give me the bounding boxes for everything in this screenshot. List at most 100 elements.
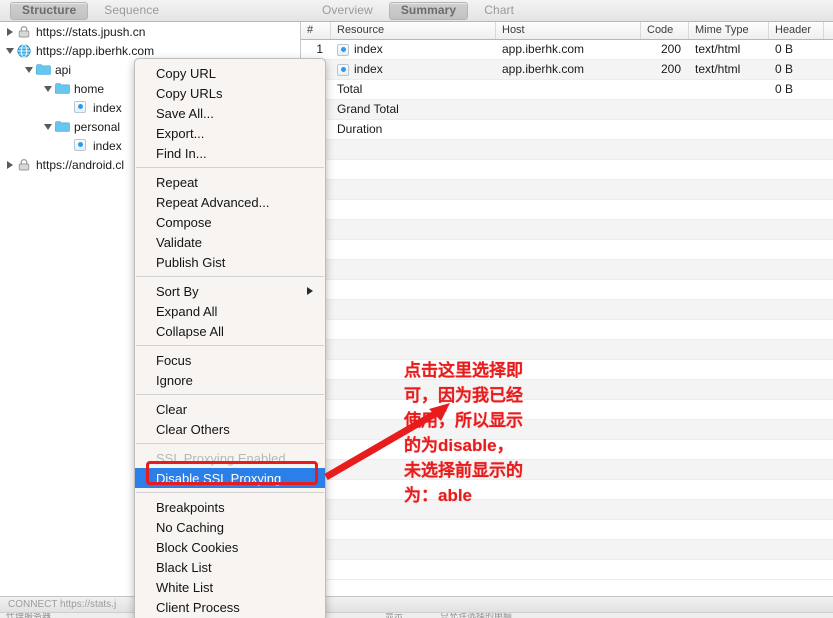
cell-empty — [641, 200, 689, 219]
menu-item-label: Sort By — [156, 283, 199, 299]
table-row[interactable]: index app.iberhk.com 200 text/html 0 B — [301, 60, 833, 80]
summary-table-panel[interactable]: # Resource Host Code Mime Type Header 1 index a… — [300, 22, 833, 596]
cell-empty — [496, 280, 641, 299]
chevron-down-icon[interactable] — [23, 63, 36, 76]
file-dot-icon — [337, 43, 349, 56]
column-header-mime[interactable]: Mime Type — [689, 22, 769, 39]
lock-icon — [17, 158, 33, 172]
menu-item-no-caching[interactable]: No Caching — [135, 517, 325, 537]
table-row-empty — [301, 280, 833, 300]
menu-item-label: SSL Proxying Enabled — [156, 450, 286, 466]
menu-item-label: Copy URL — [156, 65, 216, 81]
column-header-hash[interactable]: # — [301, 22, 331, 39]
cell-empty — [641, 440, 689, 459]
cell-code: 200 — [660, 62, 681, 76]
menu-item-find-in[interactable]: Find In... — [135, 143, 325, 163]
tree-row-label: index — [93, 138, 122, 153]
menu-item-copy-url[interactable]: Copy URL — [135, 63, 325, 83]
table-row[interactable]: 1 index app.iberhk.com 200 text/html 0 B — [301, 40, 833, 60]
menu-item-sort-by[interactable]: Sort By — [135, 281, 325, 301]
menu-item-client-process[interactable]: Client Process — [135, 597, 325, 617]
cell-empty — [769, 400, 824, 419]
cell-empty — [689, 260, 769, 279]
chevron-right-icon[interactable] — [4, 25, 17, 38]
column-header-header[interactable]: Header — [769, 22, 824, 39]
cell-empty — [824, 540, 833, 559]
cell-empty — [824, 160, 833, 179]
menu-item-label: Expand All — [156, 303, 218, 319]
tab-structure[interactable]: Structure — [10, 1, 89, 20]
cell-empty — [496, 320, 641, 339]
menu-item-compose[interactable]: Compose — [135, 212, 325, 232]
cell-host — [496, 80, 641, 99]
cell-header — [769, 120, 824, 139]
cell-mime — [689, 100, 769, 119]
menu-item-publish-gist[interactable]: Publish Gist — [135, 252, 325, 272]
context-menu[interactable]: Copy URL Copy URLs Save All... Export... Fin… — [134, 58, 326, 618]
menu-item-repeat-advanced[interactable]: Repeat Advanced... — [135, 192, 325, 212]
menu-separator — [136, 276, 324, 277]
menu-item-black-list[interactable]: Black List — [135, 557, 325, 577]
cell-code — [641, 80, 689, 99]
menu-item-expand-all[interactable]: Expand All — [135, 301, 325, 321]
chevron-right-icon[interactable] — [4, 158, 17, 171]
menu-item-focus[interactable]: Focus — [135, 350, 325, 370]
column-header-resource[interactable]: Resource — [331, 22, 496, 39]
table-row-empty — [301, 300, 833, 320]
table-row[interactable]: Total 0 B — [301, 80, 833, 100]
tab-summary[interactable]: Summary — [388, 1, 469, 20]
menu-item-disable-ssl-proxying[interactable]: Disable SSL Proxying — [135, 468, 325, 488]
cell-resource-label: index — [354, 42, 383, 56]
menu-item-label: Block Cookies — [156, 539, 239, 555]
bottom-mid-text: 显示 — [385, 612, 404, 618]
column-header-host[interactable]: Host — [496, 22, 641, 39]
chevron-down-icon[interactable] — [42, 120, 55, 133]
cell-empty — [496, 180, 641, 199]
cell-empty — [824, 140, 833, 159]
menu-item-clear[interactable]: Clear — [135, 399, 325, 419]
column-header-code[interactable]: Code — [641, 22, 689, 39]
cell-empty — [769, 460, 824, 479]
cell-empty — [769, 560, 824, 579]
cell-header: 0 B — [775, 82, 794, 96]
cell-empty — [331, 140, 496, 159]
tree-row-label: home — [74, 81, 105, 96]
tab-sequence[interactable]: Sequence — [92, 2, 171, 20]
menu-item-ignore[interactable]: Ignore — [135, 370, 325, 390]
tree-row[interactable]: https://stats.jpush.cn — [0, 22, 300, 41]
menu-item-breakpoints[interactable]: Breakpoints — [135, 497, 325, 517]
cell-empty — [824, 180, 833, 199]
menu-item-clear-others[interactable]: Clear Others — [135, 419, 325, 439]
menu-item-block-cookies[interactable]: Block Cookies — [135, 537, 325, 557]
menu-item-export[interactable]: Export... — [135, 123, 325, 143]
cell-hash: 1 — [316, 42, 323, 56]
cell-empty — [689, 500, 769, 519]
cell-empty — [769, 360, 824, 379]
menu-separator — [136, 167, 324, 168]
menu-item-label: Publish Gist — [156, 254, 226, 270]
menu-item-label: White List — [156, 579, 214, 595]
cell-empty — [641, 160, 689, 179]
cell-empty — [331, 560, 496, 579]
cell-empty — [689, 420, 769, 439]
chevron-down-icon[interactable] — [42, 82, 55, 95]
menu-item-repeat[interactable]: Repeat — [135, 172, 325, 192]
cell-empty — [824, 300, 833, 319]
chevron-down-icon[interactable] — [4, 44, 17, 57]
menu-item-label: Collapse All — [156, 323, 224, 339]
cell-empty — [331, 240, 496, 259]
column-header-last[interactable] — [824, 22, 833, 39]
menu-item-label: Clear — [156, 401, 188, 417]
menu-item-copy-urls[interactable]: Copy URLs — [135, 83, 325, 103]
menu-item-label: Clear Others — [156, 421, 230, 437]
cell-empty — [769, 540, 824, 559]
menu-item-save-all[interactable]: Save All... — [135, 103, 325, 123]
menu-item-white-list[interactable]: White List — [135, 577, 325, 597]
menu-item-collapse-all[interactable]: Collapse All — [135, 321, 325, 341]
cell-empty — [689, 160, 769, 179]
tab-overview[interactable]: Overview — [310, 2, 385, 20]
table-row[interactable]: Grand Total — [301, 100, 833, 120]
tab-chart[interactable]: Chart — [472, 2, 526, 20]
menu-item-validate[interactable]: Validate — [135, 232, 325, 252]
table-row[interactable]: Duration — [301, 120, 833, 140]
